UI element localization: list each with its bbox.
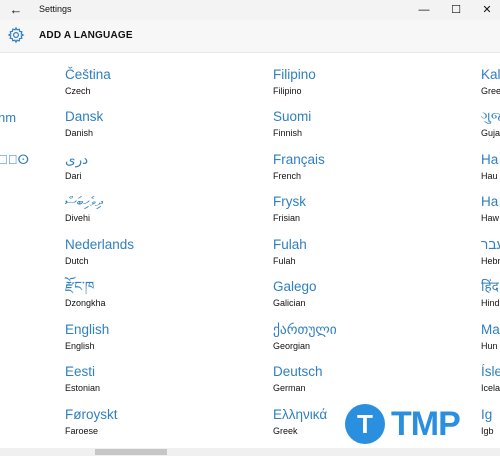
language-native-name: Ha	[481, 194, 499, 209]
watermark-circle-icon: T	[345, 404, 385, 444]
left-edge-language[interactable]: hm	[0, 110, 16, 125]
language-item[interactable]: Kal Gree	[481, 67, 500, 97]
title-bar: ← Settings — ☐ ✕	[0, 0, 500, 20]
language-english-name: German	[273, 383, 306, 393]
language-native-name: English	[65, 322, 110, 337]
back-arrow-icon[interactable]: ←	[8, 2, 24, 18]
language-native-name: Deutsch	[273, 364, 323, 379]
language-item[interactable]: Ha Haw	[481, 194, 500, 224]
language-native-name: Français	[273, 152, 325, 167]
scrollbar-thumb[interactable]	[95, 449, 167, 455]
language-english-name: Estonian	[65, 383, 101, 393]
language-item[interactable]: Nederlands Dutch	[65, 237, 255, 267]
language-grid: hm ⵜ⵿ⵙ Čeština Czech Dansk Danish دری Da…	[0, 53, 500, 448]
language-native-name: Fulah	[273, 237, 307, 252]
language-native-name: Galego	[273, 279, 317, 294]
language-item[interactable]: Eesti Estonian	[65, 364, 255, 394]
horizontal-scrollbar[interactable]	[0, 448, 500, 456]
language-item[interactable]: English English	[65, 322, 255, 352]
watermark-text: TMP	[391, 405, 461, 443]
language-native-name: Dansk	[65, 109, 104, 124]
language-item[interactable]: Filipino Filipino	[273, 67, 463, 97]
language-native-name: Čeština	[65, 67, 111, 82]
language-english-name: Gree	[481, 86, 500, 96]
language-item[interactable]: Fulah Fulah	[273, 237, 463, 267]
language-native-name: ქართული	[273, 322, 337, 337]
maximize-icon[interactable]: ☐	[441, 0, 471, 20]
language-english-name: Filipino	[273, 86, 302, 96]
language-native-name: हिंद	[481, 279, 499, 294]
language-native-name: دری	[65, 152, 89, 167]
language-english-name: Finnish	[273, 128, 303, 138]
language-native-name: Filipino	[273, 67, 316, 82]
language-english-name: Frisian	[273, 213, 301, 223]
language-english-name: Guja	[481, 128, 500, 138]
left-edge-language[interactable]: ⵜ⵿ⵙ	[0, 152, 29, 168]
language-item[interactable]: རྫོང་ཁ Dzongkha	[65, 279, 255, 309]
language-item[interactable]: Ma Hun	[481, 322, 500, 352]
language-english-name: Danish	[65, 128, 94, 138]
language-english-name: French	[273, 171, 302, 181]
language-english-name: Faroese	[65, 426, 99, 436]
language-item[interactable]: Čeština Czech	[65, 67, 255, 97]
language-english-name: Hebr	[481, 256, 500, 266]
language-native-name: Ísle	[481, 364, 500, 379]
language-item[interactable]: دری Dari	[65, 152, 255, 182]
language-native-name: ދިވެހިބަސް	[65, 194, 103, 209]
language-item[interactable]: Frysk Frisian	[273, 194, 463, 224]
language-item[interactable]: Suomi Finnish	[273, 109, 463, 139]
language-english-name: Hun	[481, 341, 498, 351]
language-english-name: Georgian	[273, 341, 311, 351]
language-native-name: עבר	[481, 237, 500, 252]
language-item[interactable]: Galego Galician	[273, 279, 463, 309]
language-item[interactable]: ગુજ Guja	[481, 109, 500, 139]
language-english-name: Dutch	[65, 256, 89, 266]
language-english-name: Czech	[65, 86, 91, 96]
language-item[interactable]: Français French	[273, 152, 463, 182]
language-english-name: Hind	[481, 298, 500, 308]
watermark-logo: T TMP	[345, 400, 495, 446]
language-english-name: Dari	[65, 171, 82, 181]
language-native-name: Eesti	[65, 364, 96, 379]
language-item[interactable]: Føroyskt Faroese	[65, 407, 255, 437]
language-english-name: Haw	[481, 213, 500, 223]
language-native-name: Ha	[481, 152, 499, 167]
language-native-name: Føroyskt	[65, 407, 118, 422]
language-item[interactable]: Deutsch German	[273, 364, 463, 394]
language-english-name: Fulah	[273, 256, 296, 266]
language-item[interactable]: ދިވެހިބަސް Divehi	[65, 194, 255, 224]
language-native-name: Ma	[481, 322, 500, 337]
page-header: ADD A LANGUAGE	[0, 20, 500, 53]
language-item[interactable]: Dansk Danish	[65, 109, 255, 139]
language-item[interactable]: ქართული Georgian	[273, 322, 463, 352]
language-english-name: Galician	[273, 298, 306, 308]
language-english-name: Hau	[481, 171, 498, 181]
language-item[interactable]: עבר Hebr	[481, 237, 500, 267]
language-item[interactable]: हिंद Hind	[481, 279, 500, 309]
language-item[interactable]: Ísle Icela	[481, 364, 500, 394]
language-native-name: Nederlands	[65, 237, 135, 252]
language-native-name: Frysk	[273, 194, 306, 209]
language-native-name: ગુજ	[481, 109, 500, 124]
language-english-name: Dzongkha	[65, 298, 106, 308]
language-english-name: English	[65, 341, 95, 351]
language-native-name: Suomi	[273, 109, 312, 124]
close-icon[interactable]: ✕	[472, 0, 500, 20]
language-english-name: Divehi	[65, 213, 91, 223]
language-native-name: རྫོང་ཁ	[65, 279, 95, 294]
gear-icon	[7, 26, 25, 44]
page-title: ADD A LANGUAGE	[39, 30, 133, 41]
language-native-name: Kal	[481, 67, 500, 82]
language-english-name: Icela	[481, 383, 500, 393]
minimize-icon[interactable]: —	[409, 0, 439, 20]
window-title: Settings	[39, 4, 72, 14]
language-item[interactable]: Ha Hau	[481, 152, 500, 182]
